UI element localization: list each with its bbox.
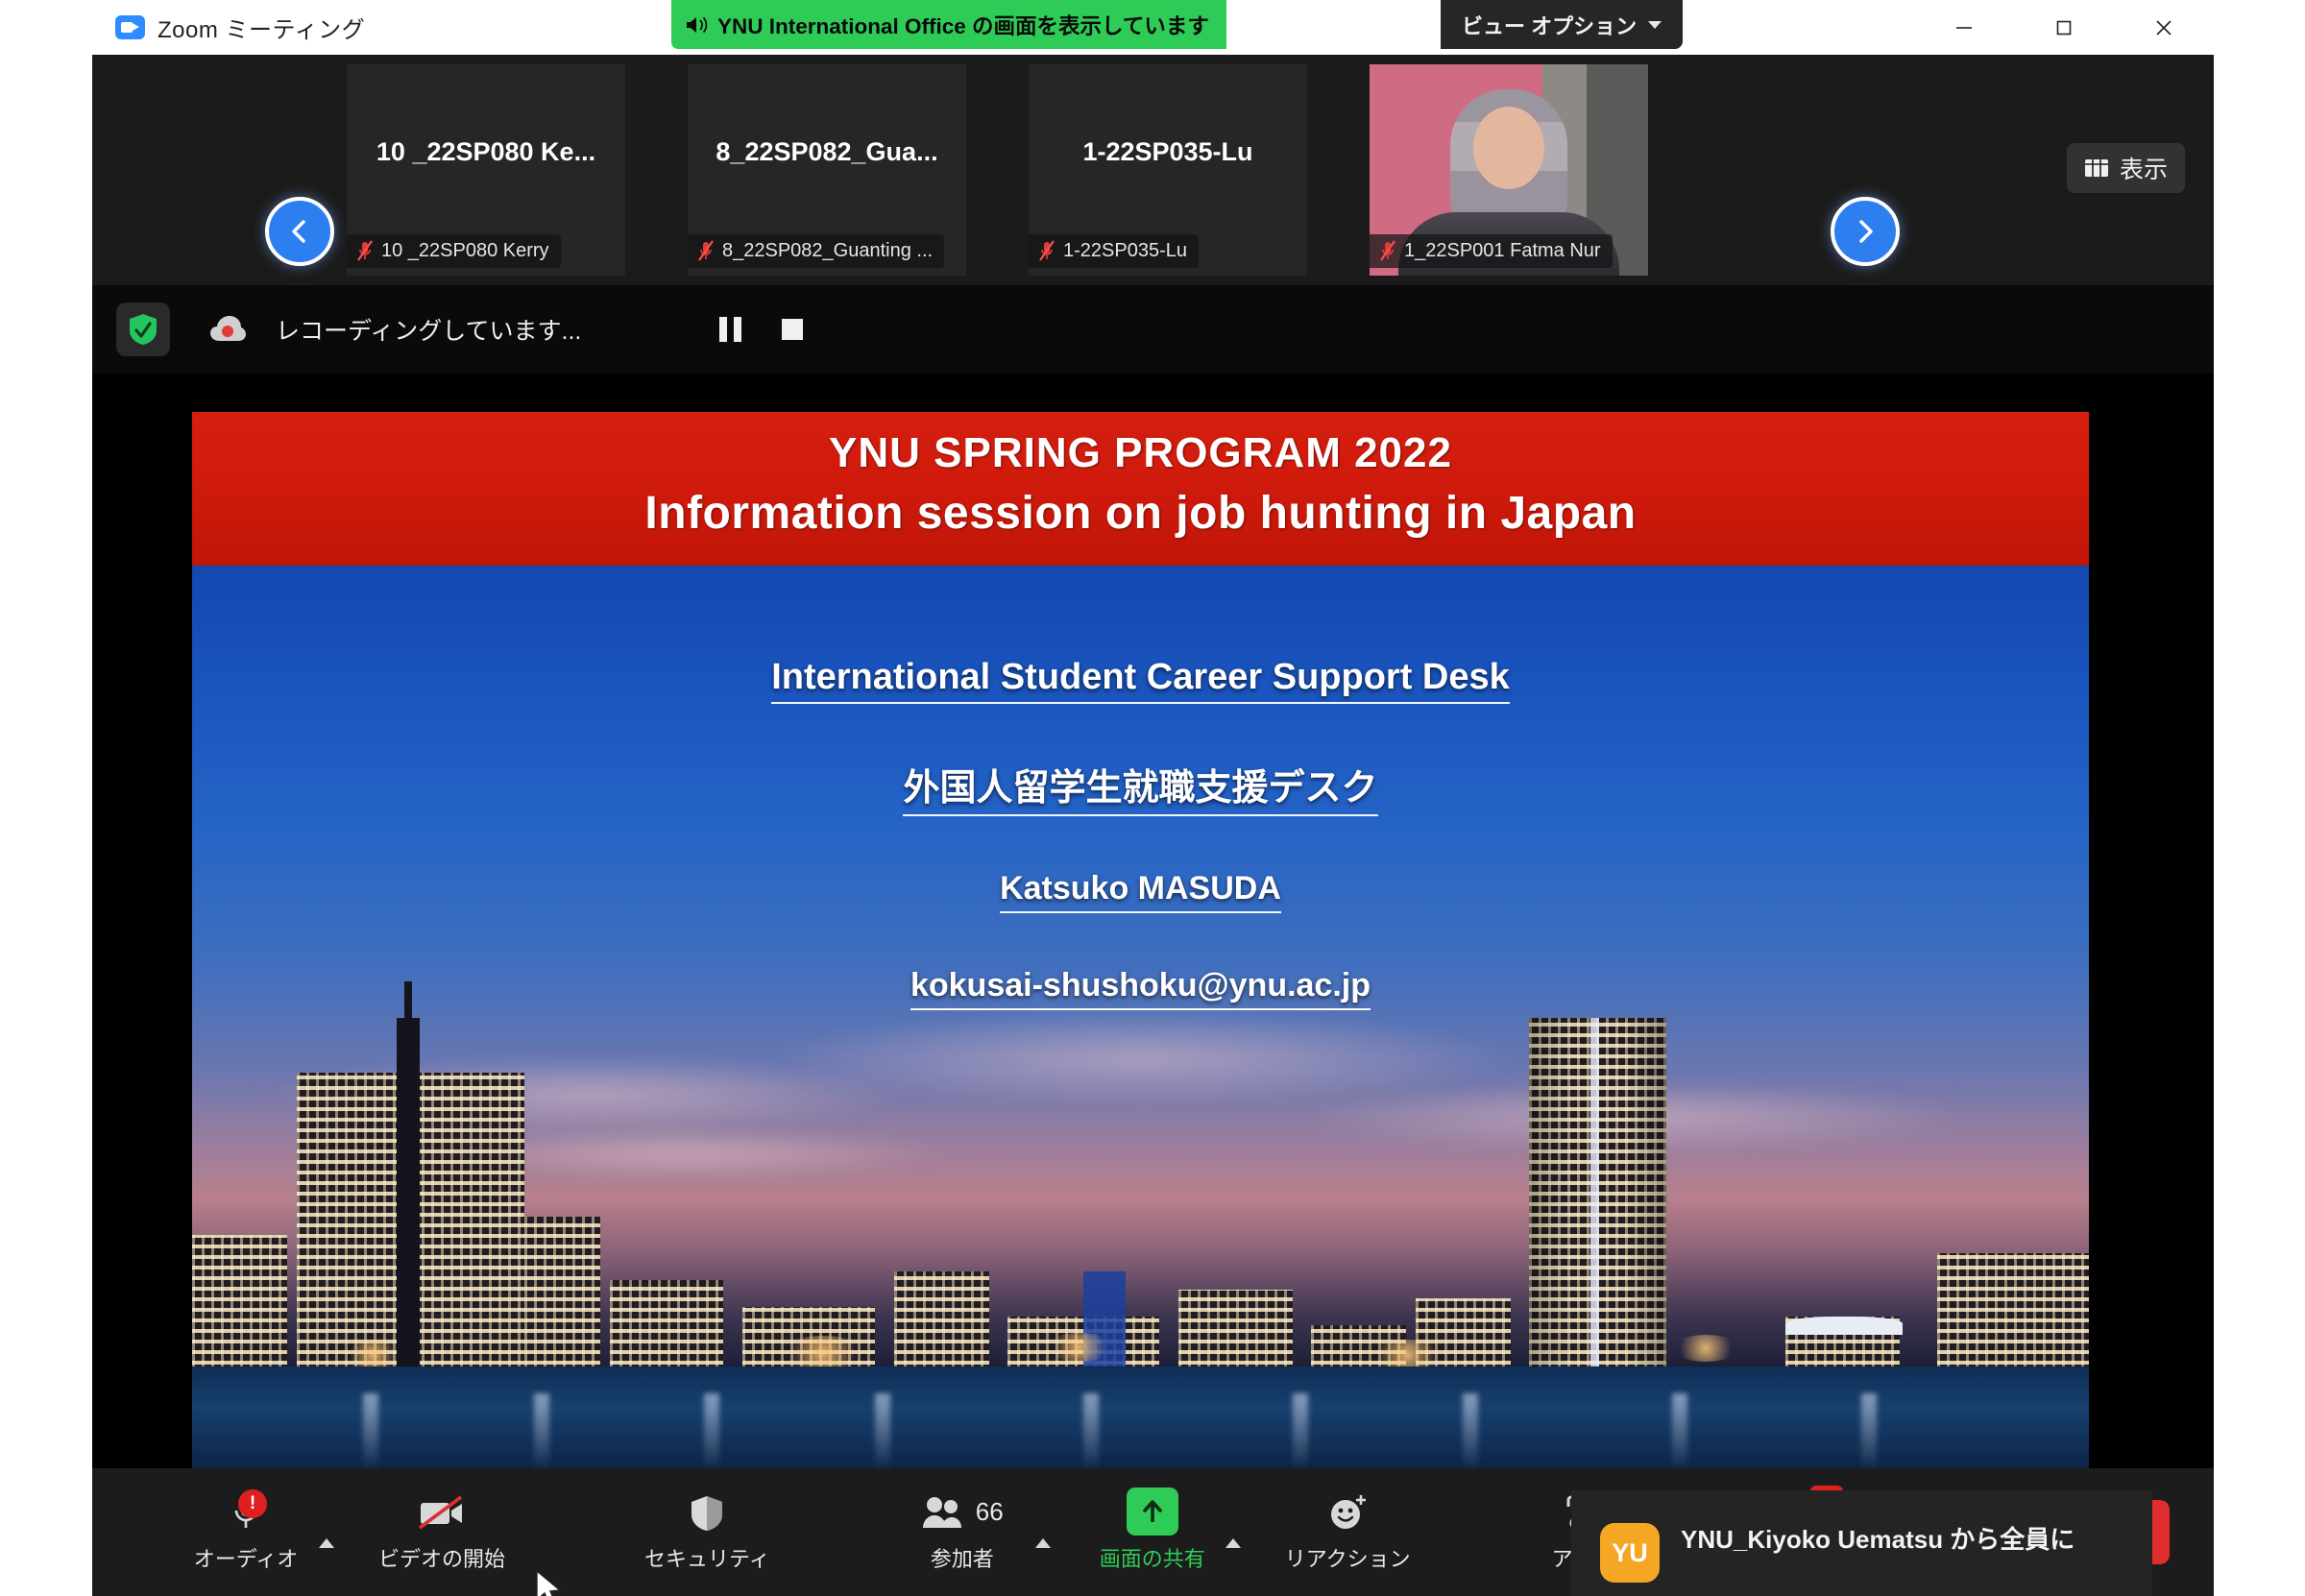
- pause-icon[interactable]: [719, 317, 742, 342]
- waterfront: [192, 1366, 2089, 1470]
- shared-screen-stage: YNU SPRING PROGRAM 2022 Information sess…: [92, 374, 2214, 1596]
- slide-title-line-2: Information session on job hunting in Ja…: [644, 488, 1637, 539]
- recording-bar: レコーディングしています...: [92, 285, 2214, 374]
- thumbnail-name-bar: 1-22SP035-Lu: [1029, 234, 1199, 268]
- microphone-muted-icon: [698, 240, 714, 261]
- window-controls: [1914, 0, 2214, 55]
- slide-title-line-1: YNU SPRING PROGRAM 2022: [829, 429, 1452, 476]
- thumbnail-display-name: 10 _22SP080 Ke...: [376, 137, 596, 166]
- thumbnail-name-bar: 10 _22SP080 Kerry: [347, 234, 561, 268]
- share-banner-text: YNU International Office の画面を表示しています: [717, 13, 1209, 38]
- participants-label: 参加者: [930, 1547, 994, 1571]
- shield-icon: [687, 1491, 727, 1536]
- slide-body-text: International Student Career Support Des…: [192, 657, 2089, 1064]
- avatar: YU: [1600, 1523, 1660, 1583]
- thumbnail-3[interactable]: 1_22SP001 Fatma Nur: [1370, 64, 1648, 276]
- thumbnail-name-label: 1-22SP035-Lu: [1063, 239, 1187, 261]
- view-options-button[interactable]: ビュー オプション: [1441, 0, 1684, 49]
- screen: Zoom ミーティング YNU International Office の画面…: [0, 0, 2305, 1596]
- audio-options-caret[interactable]: [303, 1480, 350, 1585]
- slide-body-line-4: kokusai-shushoku@ynu.ac.jp: [910, 967, 1371, 1010]
- mouse-pointer-icon: [536, 1569, 562, 1596]
- participants-button[interactable]: 66 参加者: [905, 1480, 1020, 1585]
- recording-cloud-icon: [210, 316, 246, 341]
- chevron-left-icon[interactable]: [265, 197, 334, 266]
- thumbnail-1[interactable]: 8_22SP082_Gua... 8_22SP082_Guanting ...: [688, 64, 966, 276]
- thumbnail-name-label: 1_22SP001 Fatma Nur: [1404, 239, 1601, 261]
- security-button[interactable]: セキュリティ: [644, 1480, 770, 1585]
- minimize-icon[interactable]: [1914, 0, 2014, 55]
- participant-filmstrip: 10 _22SP080 Ke... 10 _22SP080 Kerry 8_22…: [92, 55, 2214, 285]
- reactions-label: リアクション: [1284, 1547, 1411, 1571]
- slide-body-line-3: Katsuko MASUDA: [1000, 870, 1281, 913]
- chevron-down-icon: [1648, 20, 1662, 29]
- avatar: [1473, 107, 1544, 189]
- start-video-button[interactable]: ビデオの開始: [378, 1480, 505, 1585]
- chevron-right-icon[interactable]: [1831, 197, 1900, 266]
- zoom-meeting-window: Zoom ミーティング YNU International Office の画面…: [92, 0, 2214, 1596]
- participants-icon: 66: [921, 1491, 1004, 1536]
- thumbnail-name-bar: 1_22SP001 Fatma Nur: [1370, 234, 1613, 268]
- shared-slide: YNU SPRING PROGRAM 2022 Information sess…: [192, 412, 2089, 1470]
- participants-count: 66: [975, 1497, 1004, 1526]
- close-icon[interactable]: [2114, 0, 2214, 55]
- share-screen-button[interactable]: 画面の共有: [1095, 1480, 1210, 1585]
- view-toggle-label: 表示: [2119, 157, 2168, 183]
- share-screen-label: 画面の共有: [1099, 1547, 1205, 1571]
- participants-options-caret[interactable]: [1020, 1480, 1066, 1585]
- audio-label: オーディオ: [193, 1547, 299, 1571]
- screen-share-banner: YNU International Office の画面を表示しています: [671, 0, 1226, 49]
- speaker-icon: [687, 16, 708, 33]
- reactions-icon: [1325, 1491, 1370, 1536]
- thumbnail-0[interactable]: 10 _22SP080 Ke... 10 _22SP080 Kerry: [347, 64, 625, 276]
- view-options-label: ビュー オプション: [1462, 13, 1638, 38]
- slide-header-band: YNU SPRING PROGRAM 2022 Information sess…: [192, 412, 2089, 566]
- share-screen-icon: [1126, 1487, 1178, 1536]
- zoom-camera-icon: [115, 15, 145, 39]
- grid-view-icon: [2084, 159, 2108, 177]
- recording-status-text: レコーディングしています...: [276, 318, 582, 345]
- reactions-button[interactable]: リアクション: [1285, 1480, 1411, 1585]
- thumbnail-display-name: 1-22SP035-Lu: [1082, 137, 1253, 166]
- chat-notification-toast[interactable]: YU YNU_Kiyoko Uematsu から全員に Now is the t…: [1571, 1490, 2152, 1596]
- share-options-caret[interactable]: [1210, 1480, 1256, 1585]
- security-status-badge[interactable]: [116, 302, 170, 356]
- maximize-icon[interactable]: [2014, 0, 2114, 55]
- slide-body-line-2: 外国人留学生就職支援デスク: [903, 758, 1378, 816]
- audio-button[interactable]: ! オーディオ: [188, 1480, 303, 1585]
- microphone-muted-icon: !: [227, 1489, 267, 1536]
- status-badge: !: [238, 1489, 267, 1518]
- thumbnail-name-label: 10 _22SP080 Kerry: [381, 239, 549, 261]
- thumbnail-name-label: 8_22SP082_Guanting ...: [722, 239, 934, 261]
- microphone-muted-icon: [357, 240, 373, 261]
- shield-check-icon: [130, 314, 157, 345]
- app-identity: Zoom ミーティング: [115, 11, 365, 44]
- chat-toast-header: YU YNU_Kiyoko Uematsu から全員に: [1600, 1523, 2118, 1583]
- security-label: セキュリティ: [644, 1547, 770, 1571]
- microphone-muted-icon: [1039, 240, 1055, 261]
- start-video-label: ビデオの開始: [378, 1547, 506, 1571]
- app-title: Zoom ミーティング: [158, 17, 366, 43]
- microphone-muted-icon: [1380, 240, 1395, 261]
- thumbnail-2[interactable]: 1-22SP035-Lu 1-22SP035-Lu: [1029, 64, 1307, 276]
- thumbnail-name-bar: 8_22SP082_Guanting ...: [688, 234, 945, 268]
- slide-body-line-1: International Student Career Support Des…: [771, 657, 1510, 704]
- video-off-icon: [415, 1491, 469, 1536]
- chat-toast-title: YNU_Kiyoko Uematsu から全員に: [1681, 1525, 2075, 1554]
- view-toggle-button[interactable]: 表示: [2066, 143, 2185, 193]
- stop-icon[interactable]: [782, 319, 804, 340]
- thumbnail-display-name: 8_22SP082_Gua...: [716, 137, 938, 166]
